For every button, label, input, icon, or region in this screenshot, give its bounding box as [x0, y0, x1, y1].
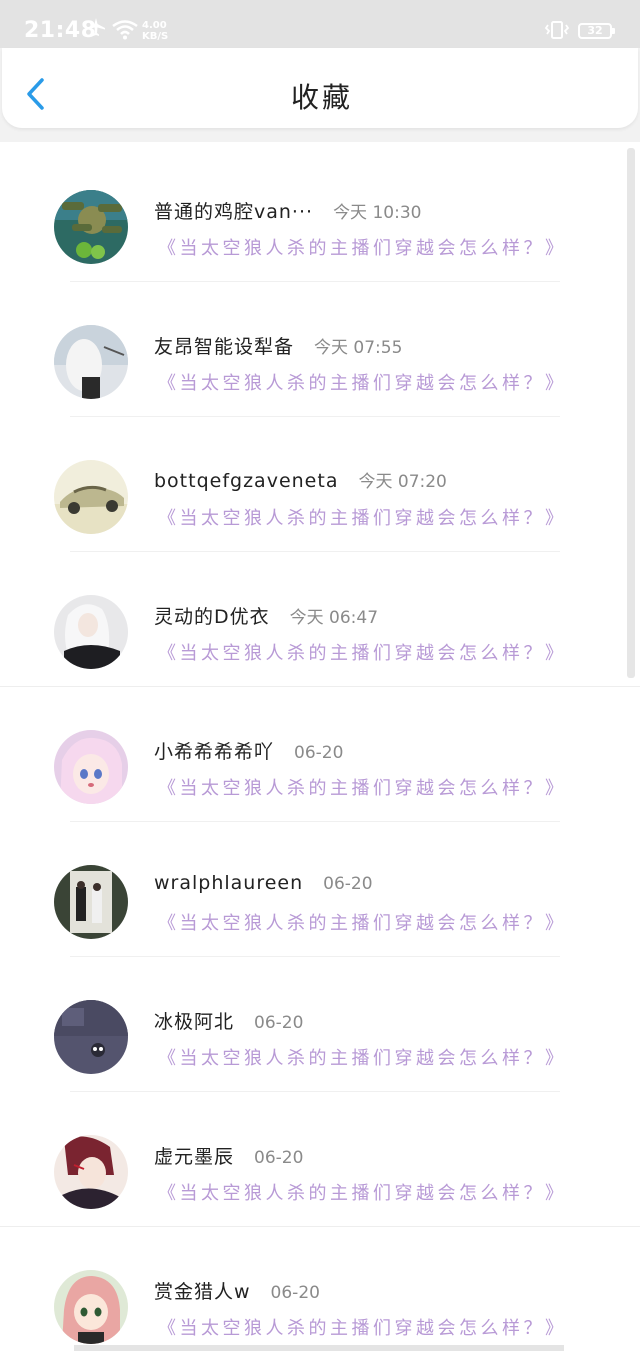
status-bar: 21:48 4.00 KB/S 32 [0, 0, 640, 48]
section-divider [0, 686, 640, 687]
header: 收藏 [0, 48, 640, 142]
user-name[interactable]: 灵动的D优衣 [154, 606, 270, 628]
story-title[interactable]: 《当太空狼人杀的主播们穿越会怎么样？》 [158, 369, 567, 395]
timestamp: 今天 10:30 [333, 203, 422, 223]
avatar[interactable] [54, 730, 128, 804]
user-name[interactable]: 友昂智能设犁备 [154, 336, 294, 358]
item-header: 普通的鸡腔van··· 今天 10:30 [154, 197, 421, 224]
story-title[interactable]: 《当太空狼人杀的主播们穿越会怎么样？》 [158, 1314, 567, 1340]
user-name[interactable]: 赏金猎人w [154, 1281, 251, 1303]
list-item[interactable]: 灵动的D优衣 今天 06:47 《当太空狼人杀的主播们穿越会怎么样？》 [0, 547, 640, 687]
battery-indicator: 32 [578, 23, 615, 39]
item-header: 虚元墨辰 06-20 [154, 1142, 303, 1169]
avatar[interactable] [54, 1000, 128, 1074]
item-header: 小希希希希吖 06-20 [154, 737, 343, 764]
bottom-edge [74, 1345, 564, 1351]
timestamp: 06-20 [294, 743, 344, 763]
timestamp: 今天 07:55 [314, 338, 403, 358]
avatar[interactable] [54, 325, 128, 399]
avatar[interactable] [54, 190, 128, 264]
list-item[interactable]: 冰极阿北 06-20 《当太空狼人杀的主播们穿越会怎么样？》 [0, 952, 640, 1092]
story-title[interactable]: 《当太空狼人杀的主播们穿越会怎么样？》 [158, 909, 567, 935]
avatar[interactable] [54, 865, 128, 939]
scrollbar[interactable] [627, 148, 635, 678]
story-title[interactable]: 《当太空狼人杀的主播们穿越会怎么样？》 [158, 234, 567, 260]
favorites-list: 普通的鸡腔van··· 今天 10:30 《当太空狼人杀的主播们穿越会怎么样？》 … [0, 142, 640, 1357]
network-speed-unit: KB/S [142, 31, 169, 42]
wifi-icon [112, 20, 138, 44]
network-speed-value: 4.00 [142, 20, 167, 31]
item-header: bottqefgzaveneta 今天 07:20 [154, 467, 447, 492]
timestamp: 06-20 [254, 1013, 304, 1033]
page-title: 收藏 [290, 81, 353, 114]
story-title[interactable]: 《当太空狼人杀的主播们穿越会怎么样？》 [158, 639, 567, 665]
user-name[interactable]: 冰极阿北 [154, 1011, 234, 1033]
user-name[interactable]: 普通的鸡腔van··· [154, 201, 313, 223]
avatar[interactable] [54, 460, 128, 534]
list-item[interactable]: 赏金猎人w 06-20 《当太空狼人杀的主播们穿越会怎么样？》 [0, 1222, 640, 1357]
user-name[interactable]: 小希希希希吖 [154, 741, 274, 763]
user-name[interactable]: wralphlaureen [154, 872, 303, 894]
list-item[interactable]: wralphlaureen 06-20 《当太空狼人杀的主播们穿越会怎么样？》 [0, 817, 640, 957]
list-item[interactable]: 虚元墨辰 06-20 《当太空狼人杀的主播们穿越会怎么样？》 [0, 1087, 640, 1227]
list-item[interactable]: bottqefgzaveneta 今天 07:20 《当太空狼人杀的主播们穿越会怎… [0, 412, 640, 552]
timestamp: 今天 07:20 [358, 472, 447, 492]
timestamp: 06-20 [323, 874, 373, 894]
network-speed: 4.00 KB/S [142, 20, 168, 42]
avatar[interactable] [54, 1135, 128, 1209]
timestamp: 06-20 [270, 1283, 320, 1303]
timestamp: 今天 06:47 [289, 608, 379, 628]
header-card: 收藏 [2, 48, 638, 128]
item-header: 灵动的D优衣 今天 06:47 [154, 602, 378, 629]
story-title[interactable]: 《当太空狼人杀的主播们穿越会怎么样？》 [158, 1179, 567, 1205]
section-divider [0, 1226, 640, 1227]
airplane-icon [86, 17, 106, 41]
item-header: 赏金猎人w 06-20 [154, 1277, 320, 1304]
list-item[interactable]: 小希希希希吖 06-20 《当太空狼人杀的主播们穿越会怎么样？》 [0, 682, 640, 822]
item-header: 友昂智能设犁备 今天 07:55 [154, 332, 402, 359]
avatar[interactable] [54, 595, 128, 669]
item-header: wralphlaureen 06-20 [154, 872, 373, 894]
story-title[interactable]: 《当太空狼人杀的主播们穿越会怎么样？》 [158, 504, 567, 530]
avatar[interactable] [54, 1270, 128, 1344]
timestamp: 06-20 [254, 1148, 304, 1168]
story-title[interactable]: 《当太空狼人杀的主播们穿越会怎么样？》 [158, 1044, 567, 1070]
item-header: 冰极阿北 06-20 [154, 1007, 303, 1034]
story-title[interactable]: 《当太空狼人杀的主播们穿越会怎么样？》 [158, 774, 567, 800]
vibrate-icon [543, 20, 571, 44]
user-name[interactable]: bottqefgzaveneta [154, 470, 338, 492]
list-item[interactable]: 友昂智能设犁备 今天 07:55 《当太空狼人杀的主播们穿越会怎么样？》 [0, 277, 640, 417]
user-name[interactable]: 虚元墨辰 [154, 1146, 234, 1168]
list-item[interactable]: 普通的鸡腔van··· 今天 10:30 《当太空狼人杀的主播们穿越会怎么样？》 [0, 142, 640, 282]
